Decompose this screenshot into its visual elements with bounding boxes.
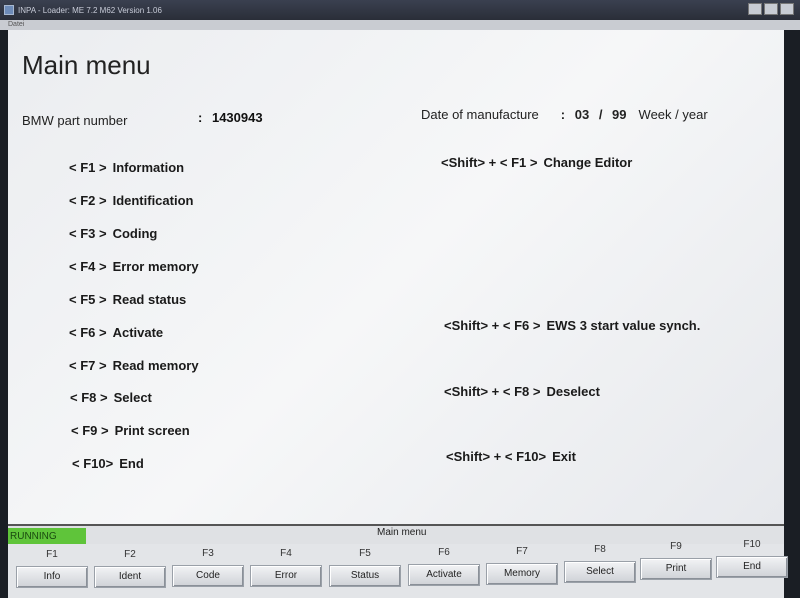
fkey-number: F4 xyxy=(280,548,292,559)
window-controls xyxy=(748,3,794,15)
menu-label: End xyxy=(119,456,144,471)
menu-label: Deselect xyxy=(546,384,600,399)
activate-button[interactable]: Activate xyxy=(408,564,480,586)
menu-item-deselect[interactable]: <Shift> + < F8 > Deselect xyxy=(444,384,600,399)
fkey-number: F5 xyxy=(359,548,371,559)
status-title: Main menu xyxy=(377,527,427,538)
menu-item-ews-synch[interactable]: <Shift> + < F6 > EWS 3 start value synch. xyxy=(444,318,700,333)
menu-item-change-editor[interactable]: <Shift> + < F1 > Change Editor xyxy=(441,155,632,170)
fkey-number: F3 xyxy=(202,548,214,559)
app-icon xyxy=(4,5,14,15)
menu-label: Coding xyxy=(112,226,158,241)
print-button[interactable]: Print xyxy=(640,558,712,580)
fkey-f2: F2 Ident xyxy=(94,548,166,588)
menu-label: EWS 3 start value synch. xyxy=(546,318,701,333)
menu-label: Identification xyxy=(112,193,194,208)
fkey-number: F8 xyxy=(594,544,606,555)
menu-label: Print screen xyxy=(114,423,190,438)
fkey-number: F7 xyxy=(516,546,528,557)
window-titlebar: INPA - Loader: ME 7.2 M62 Version 1.06 xyxy=(0,0,800,20)
maximize-icon[interactable] xyxy=(764,3,778,15)
menu-key: < F3 > xyxy=(69,226,107,241)
menu-label: Change Editor xyxy=(543,155,633,170)
menu-key: <Shift> + < F8 > xyxy=(444,384,541,399)
fkey-f10: F10 End xyxy=(716,538,788,578)
fkey-f3: F3 Code xyxy=(172,547,244,587)
date-value: : 03 / 99 xyxy=(561,107,627,122)
date-unit: Week / year xyxy=(638,107,708,122)
ident-button[interactable]: Ident xyxy=(94,566,166,588)
date-separator: : xyxy=(560,107,566,122)
part-number-label: BMW part number xyxy=(22,113,128,128)
menu-item-activate[interactable]: < F6 > Activate xyxy=(69,325,163,340)
menu-label: Select xyxy=(113,390,152,405)
menu-file[interactable]: Datei xyxy=(8,21,24,28)
menu-item-exit[interactable]: <Shift> + < F10> Exit xyxy=(446,449,576,464)
menu-key: < F1 > xyxy=(69,160,107,175)
minimize-icon[interactable] xyxy=(748,3,762,15)
close-icon[interactable] xyxy=(780,3,794,15)
menu-key: < F6 > xyxy=(69,325,107,340)
menu-item-error-memory[interactable]: < F4 > Error memory xyxy=(69,259,199,274)
menu-key: < F8 > xyxy=(70,390,108,405)
date-week-year-value: 03 / 99 xyxy=(574,107,627,122)
menu-label: Activate xyxy=(112,325,164,340)
menu-item-read-memory[interactable]: < F7 > Read memory xyxy=(69,358,199,373)
code-button[interactable]: Code xyxy=(172,565,244,587)
menu-item-end[interactable]: < F10> End xyxy=(72,456,144,471)
menu-key: < F2 > xyxy=(69,193,107,208)
menu-key: < F7 > xyxy=(69,358,107,373)
menu-item-information[interactable]: < F1 > Information xyxy=(69,160,184,175)
menu-item-print-screen[interactable]: < F9 > Print screen xyxy=(71,423,190,438)
fkey-f4: F4 Error xyxy=(250,547,322,587)
end-button[interactable]: End xyxy=(716,556,788,578)
fkey-f7: F7 Memory xyxy=(486,545,558,585)
fkey-f9: F9 Print xyxy=(640,540,712,580)
memory-button[interactable]: Memory xyxy=(486,563,558,585)
menu-item-select[interactable]: < F8 > Select xyxy=(70,390,152,405)
info-button[interactable]: Info xyxy=(16,566,88,588)
select-button[interactable]: Select xyxy=(564,561,636,583)
fkey-f6: F6 Activate xyxy=(408,546,480,586)
part-number-value: 1430943 xyxy=(211,110,263,125)
menu-bar: Datei xyxy=(0,20,800,30)
menu-key: <Shift> + < F6 > xyxy=(444,318,541,333)
main-screen xyxy=(8,30,784,524)
fkey-number: F2 xyxy=(124,549,136,560)
menu-key: < F5 > xyxy=(69,292,107,307)
menu-key: <Shift> + < F10> xyxy=(446,449,547,464)
page-title: Main menu xyxy=(22,50,151,80)
fkey-f8: F8 Select xyxy=(564,543,636,583)
menu-item-read-status[interactable]: < F5 > Read status xyxy=(69,292,186,307)
fkey-number: F9 xyxy=(670,541,682,552)
part-number: : 1430943 xyxy=(198,110,263,125)
menu-item-coding[interactable]: < F3 > Coding xyxy=(69,226,157,241)
fkey-f1: F1 Info xyxy=(16,548,88,588)
fkey-f5: F5 Status xyxy=(329,547,401,587)
menu-key: < F10> xyxy=(72,456,114,471)
fkey-number: F10 xyxy=(743,539,761,550)
menu-key: <Shift> + < F1 > xyxy=(441,155,538,170)
part-number-separator: : xyxy=(198,110,203,125)
status-button[interactable]: Status xyxy=(329,565,401,587)
date-label: Date of manufacture xyxy=(421,107,539,122)
error-button[interactable]: Error xyxy=(250,565,322,587)
fkey-number: F1 xyxy=(46,549,58,560)
menu-key: < F4 > xyxy=(69,259,107,274)
menu-label: Information xyxy=(112,160,185,175)
menu-item-identification[interactable]: < F2 > Identification xyxy=(69,193,193,208)
fkey-number: F6 xyxy=(438,547,450,558)
menu-label: Read status xyxy=(112,292,187,307)
menu-label: Exit xyxy=(552,449,576,464)
window-title: INPA - Loader: ME 7.2 M62 Version 1.06 xyxy=(18,5,162,15)
menu-label: Read memory xyxy=(112,358,199,373)
menu-label: Error memory xyxy=(112,259,199,274)
date-of-manufacture: Date of manufacture : 03 / 99 Week / yea… xyxy=(421,107,708,122)
menu-key: < F9 > xyxy=(71,423,109,438)
